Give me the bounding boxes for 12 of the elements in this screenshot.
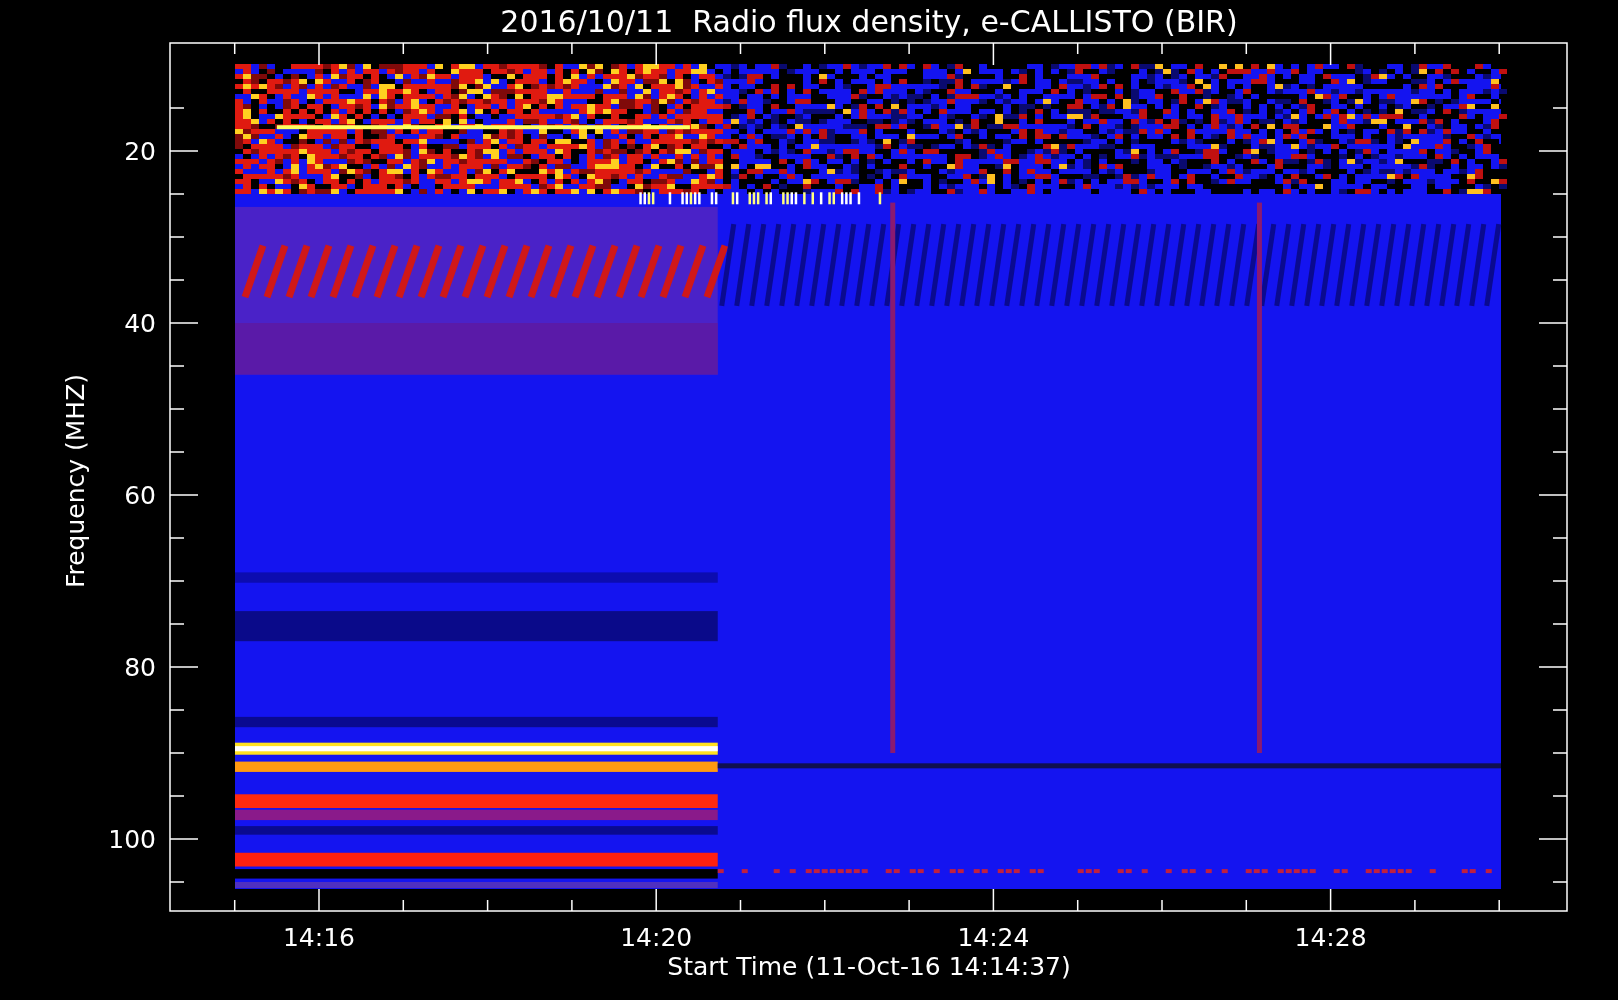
- tick-label: 14:24: [957, 923, 1030, 952]
- tick-label: 14:16: [283, 923, 355, 952]
- chart-title: 2016/10/11 Radio flux density, e-CALLISTO (BIR): [500, 4, 1238, 39]
- tick-label: 20: [124, 137, 156, 166]
- tick-label: 100: [108, 825, 156, 854]
- tick-label: 14:20: [620, 923, 693, 952]
- tick-label: 14:28: [1294, 923, 1367, 952]
- axis-title: Frequency (MHZ): [61, 373, 90, 589]
- tick-label: 40: [124, 309, 156, 338]
- tick-label: 80: [124, 653, 156, 682]
- axis-title: Start Time (11-Oct-16 14:14:37): [667, 952, 1071, 981]
- tick-label: 60: [124, 481, 156, 510]
